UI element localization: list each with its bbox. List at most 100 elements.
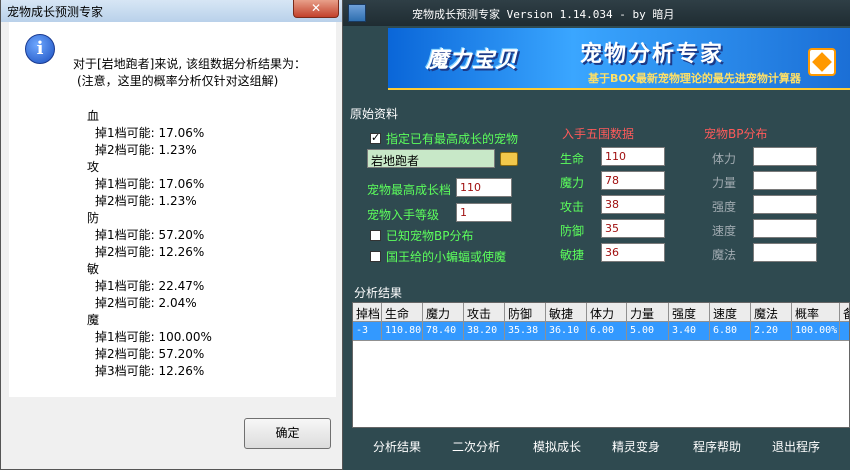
dialog-title: 宠物成长预测专家 — [7, 5, 104, 19]
results-section-title: 分析结果 — [354, 286, 403, 300]
bp-vit-input[interactable] — [753, 147, 817, 166]
prob-line: 掉1档可能: 22.47% — [95, 279, 205, 293]
origin-data-panel: 原始资料 指定已有最高成长的宠物 岩地跑者 宠物最高成长档 110 宠物入手等级… — [350, 103, 850, 283]
analysis-results-button[interactable]: 分析结果 — [373, 438, 421, 455]
bp-tgh-label: 强度 — [712, 200, 737, 214]
specify-pet-label: 指定已有最高成长的宠物 — [386, 132, 519, 146]
cell-def: 35.38 — [505, 322, 546, 341]
cell-agi: 36.10 — [546, 322, 587, 341]
col-header-vit[interactable]: 体力 — [587, 303, 627, 322]
cell-mag: 2.20 — [751, 322, 792, 341]
origin-section-title: 原始资料 — [350, 107, 399, 121]
banner-subtitle: 基于BOX最新宠物理论的最先进宠物计算器 — [588, 72, 801, 85]
col-header-def[interactable]: 防御 — [505, 303, 546, 322]
cell-prob: 100.00% — [792, 322, 840, 341]
prob-line: 掉2档可能: 12.26% — [95, 245, 205, 259]
bp-spd-input[interactable] — [753, 219, 817, 238]
dialog-note: (注意，这里的概率分析仅针对这组解) — [77, 74, 279, 88]
cell-mp: 78.40 — [423, 322, 464, 341]
folder-open-icon[interactable] — [500, 152, 518, 166]
bp-str-input[interactable] — [753, 171, 817, 190]
stat-agi-label: 敏捷 — [560, 248, 585, 262]
bp-tgh-input[interactable] — [753, 195, 817, 214]
bp-spd-label: 速度 — [712, 224, 737, 238]
stat-heading-def: 防 — [87, 211, 100, 225]
prob-line: 掉2档可能: 57.20% — [95, 347, 205, 361]
prob-line: 掉1档可能: 57.20% — [95, 228, 205, 242]
stat-heading-hp: 血 — [87, 109, 100, 123]
entry-level-input[interactable]: 1 — [456, 203, 512, 222]
prob-line: 掉1档可能: 17.06% — [95, 126, 205, 140]
banner-title: 宠物分析专家 — [580, 41, 725, 67]
cell-spd: 6.80 — [710, 322, 751, 341]
stat-heading-mag: 魔 — [87, 313, 100, 327]
stat-agi-input[interactable]: 36 — [601, 243, 665, 262]
col-header-atk[interactable]: 攻击 — [464, 303, 505, 322]
close-icon[interactable]: ✕ — [293, 0, 339, 18]
col-header-hp[interactable]: 生命 — [382, 303, 423, 322]
prob-line: 掉2档可能: 1.23% — [95, 194, 197, 208]
cell-note — [840, 322, 849, 341]
col-header-str[interactable]: 力量 — [627, 303, 669, 322]
col-header-mp[interactable]: 魔力 — [423, 303, 464, 322]
app-titlebar[interactable]: 宠物成长预测专家 Version 1.14.034 - by 暗月 — [342, 0, 850, 26]
cell-hp: 110.80 — [382, 322, 423, 341]
app-title: 宠物成长预测专家 Version 1.14.034 - by 暗月 — [412, 8, 675, 21]
results-table[interactable]: 掉档 生命 魔力 攻击 防御 敏捷 体力 力量 强度 速度 魔法 概率 备 -3… — [352, 302, 850, 428]
col-header-prob[interactable]: 概率 — [792, 303, 840, 322]
cell-tgh: 3.40 — [669, 322, 710, 341]
col-header-spd[interactable]: 速度 — [710, 303, 751, 322]
cell-str: 5.00 — [627, 322, 669, 341]
bp-vit-label: 体力 — [712, 152, 737, 166]
col-header-agi[interactable]: 敏捷 — [546, 303, 587, 322]
bp-dist-title: 宠物BP分布 — [704, 127, 768, 141]
stat-def-input[interactable]: 35 — [601, 219, 665, 238]
cell-drop: -3 — [353, 322, 382, 341]
bottom-toolbar: 分析结果 二次分析 模拟成长 精灵变身 程序帮助 退出程序 — [342, 430, 850, 470]
cell-vit: 6.00 — [587, 322, 627, 341]
dialog-titlebar[interactable]: 宠物成长预测专家 — [1, 0, 342, 22]
stat-mp-input[interactable]: 78 — [601, 171, 665, 190]
col-header-mag[interactable]: 魔法 — [751, 303, 792, 322]
col-header-tgh[interactable]: 强度 — [669, 303, 710, 322]
exit-program-button[interactable]: 退出程序 — [772, 438, 820, 455]
stat-heading-agi: 敏 — [87, 262, 100, 276]
bp-mag-label: 魔法 — [712, 248, 737, 262]
known-bp-checkbox[interactable] — [370, 230, 381, 241]
prob-line: 掉3档可能: 12.26% — [95, 364, 205, 378]
col-header-drop[interactable]: 掉档 — [353, 303, 382, 322]
prob-line: 掉2档可能: 1.23% — [95, 143, 197, 157]
known-bp-label: 已知宠物BP分布 — [386, 229, 474, 243]
king-bat-label: 国王给的小蝙蝠或使魔 — [386, 250, 507, 264]
ok-button[interactable]: 确定 — [244, 418, 331, 449]
pet-name-field[interactable]: 岩地跑者 — [367, 149, 495, 168]
max-growth-input[interactable]: 110 — [456, 178, 512, 197]
stat-atk-label: 攻击 — [560, 200, 585, 214]
dialog-intro: 对于[岩地跑者]来说, 该组数据分析结果为： — [73, 57, 306, 71]
pet-analyzer-window: 宠物成长预测专家 Version 1.14.034 - by 暗月 魔力宝贝 宠… — [342, 0, 850, 470]
bp-mag-input[interactable] — [753, 243, 817, 262]
stat-hp-input[interactable]: 110 — [601, 147, 665, 166]
cube-icon — [808, 48, 836, 76]
simulate-growth-button[interactable]: 模拟成长 — [533, 438, 581, 455]
king-bat-checkbox[interactable] — [370, 251, 381, 262]
cell-atk: 38.20 — [464, 322, 505, 341]
max-growth-label: 宠物最高成长档 — [367, 183, 452, 197]
spirit-transform-button[interactable]: 精灵变身 — [612, 438, 660, 455]
program-help-button[interactable]: 程序帮助 — [693, 438, 741, 455]
secondary-analysis-button[interactable]: 二次分析 — [452, 438, 500, 455]
banner-logo: 魔力宝贝 — [426, 47, 519, 73]
prob-line: 掉2档可能: 2.04% — [95, 296, 197, 310]
bp-str-label: 力量 — [712, 176, 737, 190]
entry-level-label: 宠物入手等级 — [367, 208, 440, 222]
prob-line: 掉1档可能: 100.00% — [95, 330, 212, 344]
five-stats-title: 入手五围数据 — [562, 127, 635, 141]
stat-heading-atk: 攻 — [87, 160, 100, 174]
stat-mp-label: 魔力 — [560, 176, 585, 190]
col-header-note[interactable]: 备 — [840, 303, 849, 322]
app-banner: 魔力宝贝 宠物分析专家 基于BOX最新宠物理论的最先进宠物计算器 — [388, 28, 850, 90]
specify-pet-checkbox[interactable] — [370, 131, 381, 144]
stat-atk-input[interactable]: 38 — [601, 195, 665, 214]
stat-def-label: 防御 — [560, 224, 585, 238]
stat-hp-label: 生命 — [560, 152, 585, 166]
